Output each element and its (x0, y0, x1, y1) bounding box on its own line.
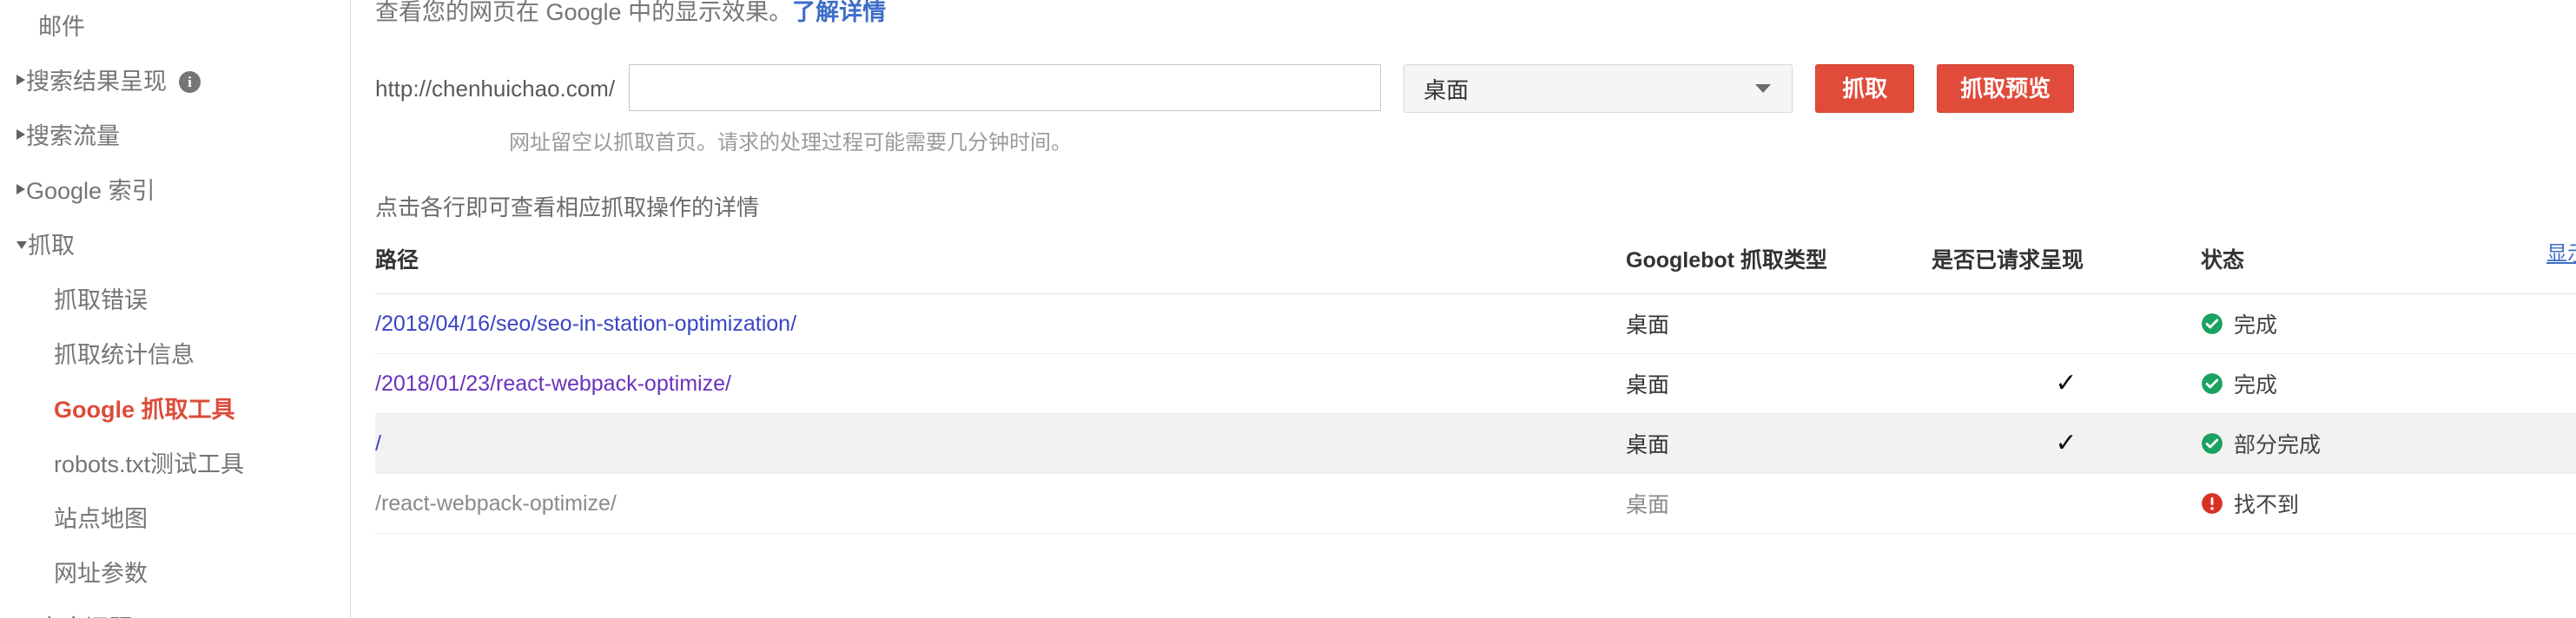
sidebar-item-crawl-stats-label: 抓取统计信息 (54, 344, 195, 367)
status-label: 找不到 (2234, 493, 2300, 517)
cell-crawl-type: 桌面 (1626, 353, 1932, 414)
nav-label: 搜索结果呈现 (26, 69, 167, 95)
sidebar-item-url-parameters-label: 网址参数 (54, 562, 148, 586)
check-icon: ✓ (2055, 369, 2077, 398)
cell-status: 部分完成 (2201, 413, 2574, 474)
nav-label: 站点地图 (54, 506, 148, 532)
fetch-history-table: 路径 Googlebot 抓取类型 是否已请求呈现 状态 /2018/04/16… (375, 243, 2576, 534)
path-link[interactable]: /2018/04/16/seo/seo-in-station-optimizat… (375, 312, 796, 336)
sidebar-item-search-appearance-label: 搜索结果呈现 i (26, 70, 201, 94)
sidebar-item-crawl-stats[interactable]: 抓取统计信息 (0, 328, 350, 383)
nav-label: 抓取统计信息 (54, 342, 195, 368)
fetch-hint-text: 网址留空以抓取首页。请求的处理过程可能需要几分钟时间。 (509, 131, 1072, 154)
path-link[interactable]: /2018/01/23/react-webpack-optimize/ (375, 371, 731, 396)
sidebar-item-sitemaps[interactable]: 站点地图 (0, 492, 350, 547)
cell-render-requested (1932, 473, 2201, 534)
nav-label: 抓取 (28, 233, 75, 259)
cell-render-requested (1932, 293, 2201, 354)
nav-label: 网址参数 (54, 561, 148, 587)
sidebar-item-mail[interactable]: 邮件 (0, 0, 350, 55)
url-prefix-label: http://chenhuichao.com/ (375, 76, 616, 102)
cell-path[interactable]: /2018/01/23/react-webpack-optimize/ (375, 353, 1626, 414)
sidebar-item-url-parameters[interactable]: 网址参数 (0, 547, 350, 602)
cell-render-requested: ✓ (1932, 353, 2201, 414)
sidebar-navigation: 邮件 搜索结果呈现 i 搜索流量 Google 索引 抓取 抓取错误 抓取统计信… (0, 0, 351, 618)
cell-crawl-type: 桌面 (1626, 473, 1932, 534)
nav-label: Google 抓取工具 (54, 397, 235, 423)
device-type-value: 桌面 (1423, 76, 1470, 103)
column-header-status: 状态 (2201, 243, 2574, 294)
nav-label: Google 索引 (26, 178, 155, 204)
cell-path[interactable]: / (375, 413, 1626, 474)
fetch-button[interactable]: 抓取 (1815, 64, 1915, 113)
table-row[interactable]: / 桌面 ✓ 部分完成 (375, 413, 2576, 474)
sidebar-item-crawl[interactable]: 抓取 (0, 219, 350, 273)
sidebar-item-google-index-label: Google 索引 (26, 180, 155, 203)
chevron-down-icon (16, 239, 28, 254)
fetch-form: http://chenhuichao.com/ 桌面 抓取 抓取预览 (375, 64, 2576, 113)
show-more-link[interactable]: 显示 (2546, 236, 2576, 266)
sidebar-item-robots-tester[interactable]: robots.txt测试工具 (0, 437, 350, 492)
search-console-page: 邮件 搜索结果呈现 i 搜索流量 Google 索引 抓取 抓取错误 抓取统计信… (0, 0, 2576, 618)
sidebar-item-mail-label: 邮件 (38, 16, 85, 39)
nav-label: 抓取错误 (54, 287, 148, 313)
sidebar-item-sitemaps-label: 站点地图 (54, 508, 148, 531)
check-circle-green-icon (2202, 313, 2223, 334)
intro-description: 查看您的网页在 Google 中的显示效果。 (375, 0, 793, 25)
sidebar-item-fetch-as-google-label: Google 抓取工具 (54, 398, 235, 422)
column-header-render-requested: 是否已请求呈现 (1932, 243, 2201, 294)
sidebar-item-robots-tester-label: robots.txt测试工具 (54, 453, 244, 477)
nav-label: 搜索流量 (26, 123, 120, 149)
click-row-hint: 点击各行即可查看相应抓取操作的详情 (375, 194, 760, 220)
cell-path: /react-webpack-optimize/ (375, 473, 1626, 534)
cell-status: 完成 (2201, 353, 2574, 414)
status-label: 完成 (2234, 373, 2278, 398)
table-row[interactable]: /react-webpack-optimize/ 桌面 找不到 (375, 473, 2576, 534)
cell-render-requested: ✓ (1932, 413, 2201, 474)
sidebar-item-security-issues[interactable]: 安全问题 (0, 602, 350, 618)
cell-status: 完成 (2201, 293, 2574, 354)
main-content: 查看您的网页在 Google 中的显示效果。了解详情 http://chenhu… (351, 0, 2576, 618)
path-link[interactable]: / (375, 431, 381, 456)
info-icon[interactable]: i (179, 71, 201, 93)
url-path-input[interactable] (629, 64, 1382, 111)
sidebar-item-search-traffic[interactable]: 搜索流量 (0, 109, 350, 164)
learn-more-link[interactable]: 了解详情 (792, 0, 886, 25)
table-caption-row: 点击各行即可查看相应抓取操作的详情 (375, 190, 2576, 222)
column-header-path: 路径 (375, 243, 1626, 294)
status-label: 部分完成 (2234, 433, 2322, 457)
error-circle-red-icon (2202, 493, 2223, 514)
chevron-right-icon (16, 128, 26, 145)
nav-label: 邮件 (38, 14, 85, 40)
check-icon: ✓ (2055, 429, 2077, 457)
cell-crawl-type: 桌面 (1626, 413, 1932, 474)
device-type-select[interactable]: 桌面 (1404, 64, 1793, 113)
chevron-down-icon (1755, 84, 1772, 93)
chevron-right-icon (16, 183, 26, 200)
sidebar-item-search-traffic-label: 搜索流量 (26, 125, 120, 148)
check-circle-green-icon (2202, 373, 2223, 394)
sidebar-item-search-appearance[interactable]: 搜索结果呈现 i (0, 55, 350, 109)
check-circle-green-icon (2202, 433, 2223, 454)
nav-label: robots.txt测试工具 (54, 451, 245, 477)
status-label: 完成 (2234, 313, 2278, 338)
cell-status: 找不到 (2201, 473, 2574, 534)
chevron-right-icon (16, 74, 26, 90)
cell-path[interactable]: /2018/04/16/seo/seo-in-station-optimizat… (375, 293, 1626, 354)
sidebar-item-crawl-errors-label: 抓取错误 (54, 289, 148, 312)
path-text: /react-webpack-optimize/ (375, 490, 617, 516)
column-header-crawl-type: Googlebot 抓取类型 (1626, 243, 1932, 294)
table-row[interactable]: /2018/04/16/seo/seo-in-station-optimizat… (375, 293, 2576, 354)
sidebar-item-fetch-as-google[interactable]: Google 抓取工具 (0, 383, 350, 437)
sidebar-item-crawl-errors[interactable]: 抓取错误 (0, 273, 350, 328)
table-header-row: 路径 Googlebot 抓取类型 是否已请求呈现 状态 (375, 243, 2576, 294)
fetch-and-render-button[interactable]: 抓取预览 (1937, 64, 2075, 113)
sidebar-item-crawl-label: 抓取 (28, 234, 75, 258)
sidebar-item-google-index[interactable]: Google 索引 (0, 164, 350, 219)
intro-text: 查看您的网页在 Google 中的显示效果。了解详情 (375, 0, 2576, 24)
cell-crawl-type: 桌面 (1626, 293, 1932, 354)
table-row[interactable]: /2018/01/23/react-webpack-optimize/ 桌面 ✓… (375, 353, 2576, 414)
